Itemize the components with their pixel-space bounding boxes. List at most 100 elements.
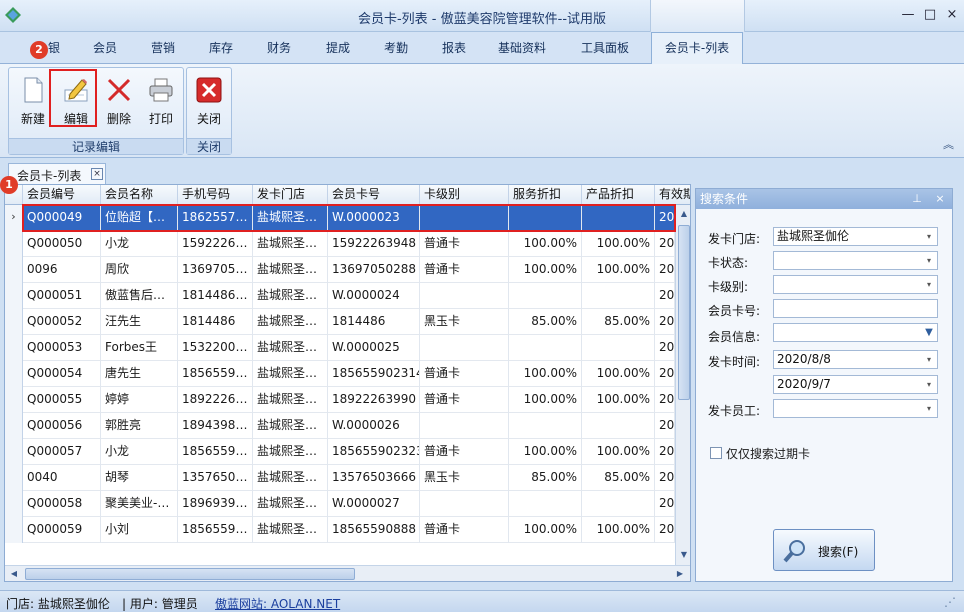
cell-card-no[interactable]: 185655902323 [328, 439, 420, 465]
cell-expiry[interactable]: 20 [655, 465, 675, 491]
cell-card-no[interactable]: 13576503666 [328, 465, 420, 491]
cell-member-name[interactable]: 小龙 [101, 439, 178, 465]
cell-product-discount[interactable]: 100.00% [582, 439, 655, 465]
scroll-right-icon[interactable]: ▶ [673, 567, 687, 581]
cell-expiry[interactable]: 20 [655, 439, 675, 465]
cell-card-level[interactable]: 普通卡 [420, 361, 509, 387]
tab-finance[interactable]: 财务 [267, 32, 291, 64]
card-level-select[interactable]: ▾ [773, 275, 938, 294]
cell-card-level[interactable]: 黑玉卡 [420, 465, 509, 491]
cell-service-discount[interactable]: 100.00% [509, 439, 582, 465]
row-selector[interactable] [5, 231, 23, 257]
cell-member-no[interactable]: Q000053 [23, 335, 101, 361]
cell-store[interactable]: 盐城熙圣… [253, 309, 328, 335]
cell-store[interactable]: 盐城熙圣… [253, 465, 328, 491]
table-row[interactable]: Q000054 唐先生 1856559… 盐城熙圣… 185655902314 普通卡 10… [23, 361, 675, 387]
col-card-no[interactable]: 会员卡号 [328, 185, 420, 205]
table-row[interactable]: Q000055 婷婷 1892226… 盐城熙圣… 18922263990 普通卡 100.… [23, 387, 675, 413]
cell-member-no[interactable]: Q000057 [23, 439, 101, 465]
horizontal-scroll-thumb[interactable] [25, 568, 355, 580]
cell-member-name[interactable]: 郭胜亮 [101, 413, 178, 439]
cell-product-discount[interactable]: 85.00% [582, 465, 655, 491]
search-button[interactable]: 搜索(F) [773, 529, 875, 571]
tab-attendance[interactable]: 考勤 [384, 32, 408, 64]
cell-card-level[interactable]: 普通卡 [420, 231, 509, 257]
cell-card-no[interactable]: W.0000026 [328, 413, 420, 439]
cell-expiry[interactable]: 20 [655, 283, 675, 309]
cell-expiry[interactable]: 20 [655, 387, 675, 413]
cell-member-name[interactable]: 小龙 [101, 231, 178, 257]
cell-phone[interactable]: 1814486 [178, 309, 253, 335]
cell-member-no[interactable]: Q000059 [23, 517, 101, 543]
cell-service-discount[interactable] [509, 491, 582, 517]
cell-service-discount[interactable]: 85.00% [509, 309, 582, 335]
cell-expiry[interactable]: 20 [655, 517, 675, 543]
document-tab[interactable]: 会员卡-列表 × [8, 163, 106, 184]
cell-card-level[interactable] [420, 283, 509, 309]
cell-member-no[interactable]: Q000055 [23, 387, 101, 413]
minimize-button[interactable]: — [898, 6, 918, 24]
cell-card-no[interactable]: W.0000024 [328, 283, 420, 309]
cell-member-no[interactable]: Q000058 [23, 491, 101, 517]
cell-service-discount[interactable] [509, 335, 582, 361]
close-button[interactable]: 关闭 [187, 72, 231, 130]
col-member-name[interactable]: 会员名称 [101, 185, 178, 205]
col-phone[interactable]: 手机号码 [178, 185, 253, 205]
cell-expiry[interactable]: 20 [655, 413, 675, 439]
tab-commission[interactable]: 提成 [326, 32, 350, 64]
tab-members[interactable]: 会员 [93, 32, 117, 64]
cell-service-discount[interactable]: 100.00% [509, 231, 582, 257]
cell-member-name[interactable]: 唐先生 [101, 361, 178, 387]
cell-member-no[interactable]: Q000050 [23, 231, 101, 257]
tab-partial[interactable]: 银 [48, 32, 60, 64]
cell-service-discount[interactable]: 85.00% [509, 465, 582, 491]
cell-member-no[interactable]: Q000054 [23, 361, 101, 387]
cell-phone[interactable]: 1894398… [178, 413, 253, 439]
search-panel-close-icon[interactable]: × [933, 191, 947, 207]
cell-card-no[interactable]: 185655902314 [328, 361, 420, 387]
close-window-button[interactable]: × [942, 6, 962, 24]
cell-store[interactable]: 盐城熙圣… [253, 283, 328, 309]
cell-expiry[interactable]: 20 [655, 257, 675, 283]
cell-product-discount[interactable]: 85.00% [582, 309, 655, 335]
scroll-down-icon[interactable]: ▼ [677, 548, 690, 562]
cell-store[interactable]: 盐城熙圣… [253, 413, 328, 439]
cell-member-name[interactable]: 婷婷 [101, 387, 178, 413]
cell-card-no[interactable]: 18565590888 [328, 517, 420, 543]
row-selector[interactable] [5, 517, 23, 543]
cell-card-level[interactable]: 普通卡 [420, 257, 509, 283]
cell-expiry[interactable]: 20 [655, 335, 675, 361]
table-row[interactable]: Q000059 小刘 1856559… 盐城熙圣… 18565590888 普通卡 100.… [23, 517, 675, 543]
cell-service-discount[interactable]: 100.00% [509, 257, 582, 283]
table-row[interactable]: Q000053 Forbes王 1532200… 盐城熙圣… W.0000025 20 [23, 335, 675, 361]
cell-product-discount[interactable] [582, 491, 655, 517]
grid-horizontal-scrollbar[interactable]: ◀ ▶ [5, 565, 690, 581]
card-status-select[interactable]: ▾ [773, 251, 938, 270]
cell-store[interactable]: 盐城熙圣… [253, 361, 328, 387]
vertical-scroll-thumb[interactable] [678, 225, 690, 400]
delete-button[interactable]: 删除 [97, 72, 141, 130]
cell-expiry[interactable]: 20 [655, 361, 675, 387]
cell-member-no[interactable]: 0040 [23, 465, 101, 491]
cell-service-discount[interactable]: 100.00% [509, 361, 582, 387]
cell-card-level[interactable] [420, 491, 509, 517]
cell-product-discount[interactable] [582, 283, 655, 309]
cell-product-discount[interactable]: 100.00% [582, 387, 655, 413]
cell-product-discount[interactable] [582, 335, 655, 361]
cell-store[interactable]: 盐城熙圣… [253, 439, 328, 465]
col-store[interactable]: 发卡门店 [253, 185, 328, 205]
cell-expiry[interactable]: 20 [655, 309, 675, 335]
cell-product-discount[interactable]: 100.00% [582, 361, 655, 387]
expired-only-checkbox[interactable] [710, 447, 722, 459]
cell-phone[interactable]: 1856559… [178, 517, 253, 543]
cell-card-no[interactable]: W.0000025 [328, 335, 420, 361]
col-member-no[interactable]: 会员编号 [23, 185, 101, 205]
table-row[interactable]: Q000058 聚美美业-… 1896939… 盐城熙圣… W.0000027 20 [23, 491, 675, 517]
pin-icon[interactable]: ⊥ [910, 191, 924, 207]
row-selector[interactable] [5, 387, 23, 413]
issuer-select[interactable]: ▾ [773, 399, 938, 418]
cell-product-discount[interactable]: 100.00% [582, 257, 655, 283]
row-selector[interactable]: › [5, 205, 23, 231]
cell-member-no[interactable]: 0096 [23, 257, 101, 283]
col-product-discount[interactable]: 产品折扣 [582, 185, 655, 205]
